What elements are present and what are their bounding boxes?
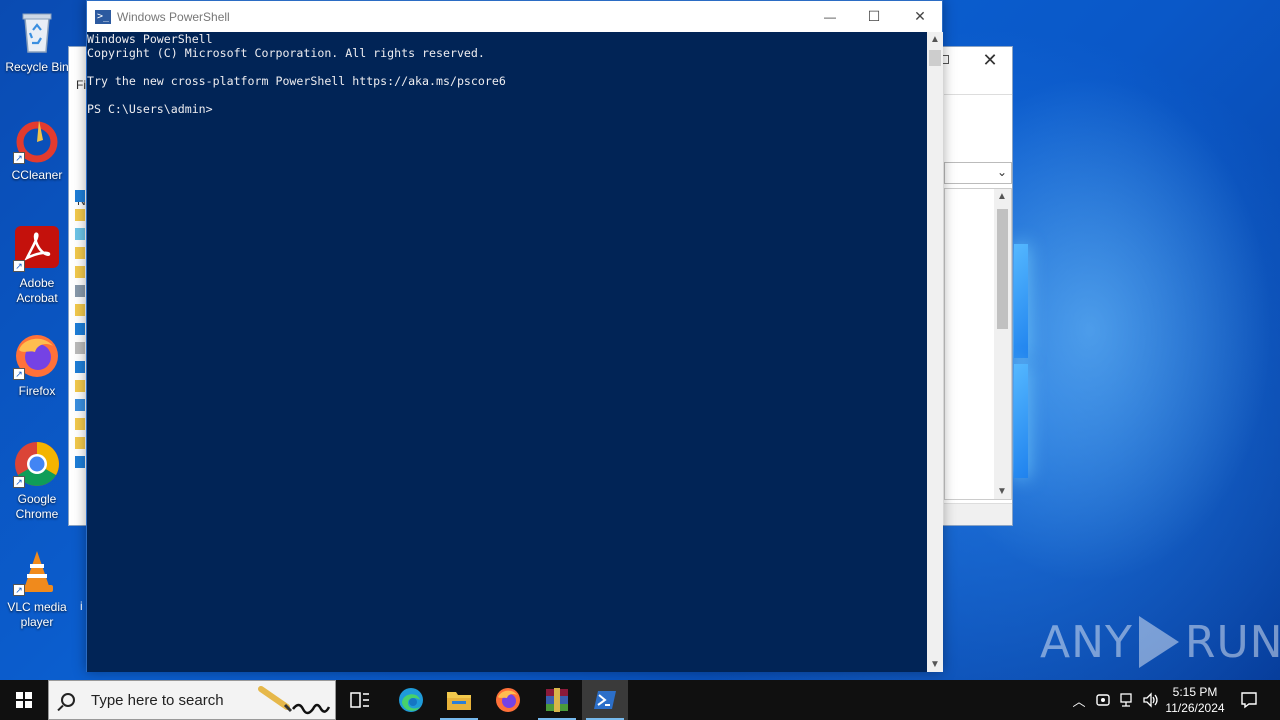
anyrun-watermark: ANY RUN <box>1040 612 1280 672</box>
chevron-up-icon: ︿ <box>1072 693 1086 709</box>
scrollbar-thumb[interactable] <box>929 50 941 66</box>
shortcut-arrow-icon: ↗ <box>13 152 25 164</box>
scrollbar-thumb[interactable] <box>997 209 1008 329</box>
clock-date: 11/26/2024 <box>1165 701 1225 715</box>
clock-time: 5:15 PM <box>1172 685 1218 699</box>
windows-logo-pane <box>1014 364 1028 478</box>
background-window-menu-fragment: Fi <box>76 78 86 92</box>
desktop-icon-ccleaner[interactable]: ↗ CCleaner <box>1 116 73 183</box>
task-view-button[interactable] <box>337 680 383 720</box>
minimize-icon: — <box>824 9 836 24</box>
background-window-scrollbar[interactable]: ▲ ▼ <box>994 189 1011 499</box>
desktop-icon-label: Google Chrome <box>15 492 59 521</box>
background-window-item-icons <box>69 190 86 520</box>
console-line: Copyright (C) Microsoft Corporation. All… <box>87 46 485 60</box>
taskbar-edge[interactable] <box>388 680 434 720</box>
watermark-text-right: RUN <box>1184 616 1280 668</box>
adobe-acrobat-icon: ↗ <box>13 224 61 272</box>
scroll-down-icon[interactable]: ▼ <box>997 486 1007 497</box>
search-highlight-doodle-icon <box>258 686 331 715</box>
tray-overflow-button[interactable]: ︿ <box>1068 680 1090 720</box>
tray-app-icon[interactable] <box>1092 680 1114 720</box>
desktop-icon-google-chrome[interactable]: ↗ Google Chrome <box>1 440 73 522</box>
taskbar-winrar[interactable] <box>534 680 580 720</box>
play-icon <box>1138 616 1179 668</box>
windows-start-icon <box>16 692 32 708</box>
powershell-titlebar[interactable]: >_ Windows PowerShell — ☐ ✕ <box>87 1 942 32</box>
shortcut-arrow-icon: ↗ <box>13 368 25 380</box>
desktop-icon-label: Firefox <box>18 384 56 398</box>
task-view-icon <box>350 692 369 708</box>
background-window-close-button[interactable]: ✕ <box>978 48 1002 72</box>
winrar-icon <box>546 688 568 712</box>
close-icon: ✕ <box>914 8 926 24</box>
console-line: Try the new cross-platform PowerShell ht… <box>87 74 506 88</box>
desktop-icon-label: CCleaner <box>11 168 63 182</box>
console-prompt[interactable]: PS C:\Users\admin> <box>87 102 927 116</box>
desktop-icon-recycle-bin[interactable]: Recycle Bin <box>1 8 73 75</box>
firefox-icon <box>496 688 520 712</box>
taskbar-clock[interactable]: 5:15 PM 11/26/2024 <box>1158 682 1232 718</box>
background-window-statusbar <box>944 503 1012 525</box>
powershell-window[interactable]: >_ Windows PowerShell — ☐ ✕ Windows Powe… <box>86 0 943 672</box>
edge-icon <box>399 688 423 712</box>
maximize-icon: ☐ <box>867 8 881 24</box>
recycle-bin-icon <box>13 8 61 56</box>
close-button[interactable]: ✕ <box>897 1 943 32</box>
shortcut-arrow-icon: ↗ <box>13 476 25 488</box>
taskbar-powershell[interactable] <box>582 680 628 720</box>
start-button[interactable] <box>0 680 48 720</box>
search-icon <box>61 693 75 707</box>
desktop-icon-label-fragment: i <box>80 599 83 613</box>
tray-network-button[interactable] <box>1116 680 1138 720</box>
desktop-icon-label: VLC media player <box>7 600 67 629</box>
desktop-icon-firefox[interactable]: ↗ Firefox <box>1 332 73 399</box>
window-title: Windows PowerShell <box>117 9 230 24</box>
shortcut-arrow-icon: ↗ <box>13 584 25 596</box>
firefox-icon: ↗ <box>13 332 61 380</box>
console-scrollbar[interactable]: ▲ ▼ <box>927 32 943 672</box>
watermark-text-left: ANY <box>1040 616 1133 668</box>
file-explorer-icon <box>447 692 471 710</box>
taskbar-file-explorer[interactable] <box>436 680 482 720</box>
minimize-button[interactable]: — <box>807 1 853 32</box>
powershell-icon: >_ <box>95 9 111 24</box>
tray-device-icon <box>1096 694 1110 706</box>
desktop-icon-adobe-acrobat[interactable]: ↗ Adobe Acrobat <box>1 224 73 306</box>
desktop-icon-label: Recycle Bin <box>5 60 69 74</box>
console-output[interactable]: Windows PowerShell Copyright (C) Microsof… <box>87 32 927 672</box>
powershell-icon <box>594 691 616 709</box>
console-line: Windows PowerShell <box>87 32 213 46</box>
notification-icon <box>1241 692 1257 709</box>
taskbar-search-box[interactable]: Type here to search <box>48 680 336 720</box>
scroll-up-icon[interactable]: ▲ <box>997 191 1007 202</box>
desktop-icon-label: Adobe Acrobat <box>16 276 58 305</box>
shortcut-arrow-icon: ↗ <box>13 260 25 272</box>
vlc-icon: ↗ <box>13 548 61 596</box>
background-window-dropdown[interactable]: ⌄ <box>944 162 1012 184</box>
search-placeholder: Type here to search <box>91 691 224 709</box>
chevron-down-icon: ⌄ <box>996 165 1007 179</box>
divider <box>944 94 1012 95</box>
maximize-button[interactable]: ☐ <box>851 1 897 32</box>
chrome-icon: ↗ <box>13 440 61 488</box>
notification-center-button[interactable] <box>1234 680 1264 720</box>
background-window-list[interactable]: ▲ ▼ <box>944 188 1012 500</box>
network-icon <box>1120 693 1132 707</box>
scroll-down-icon[interactable]: ▼ <box>930 659 940 670</box>
windows-logo-pane <box>1014 244 1028 358</box>
taskbar-firefox[interactable] <box>485 680 531 720</box>
scroll-up-icon[interactable]: ▲ <box>930 34 940 45</box>
taskbar: Type here to search ︿ 5:15 PM 11/26/2024 <box>0 680 1280 720</box>
desktop-icon-vlc[interactable]: ↗ VLC media player <box>1 548 73 630</box>
ccleaner-icon: ↗ <box>13 116 61 164</box>
